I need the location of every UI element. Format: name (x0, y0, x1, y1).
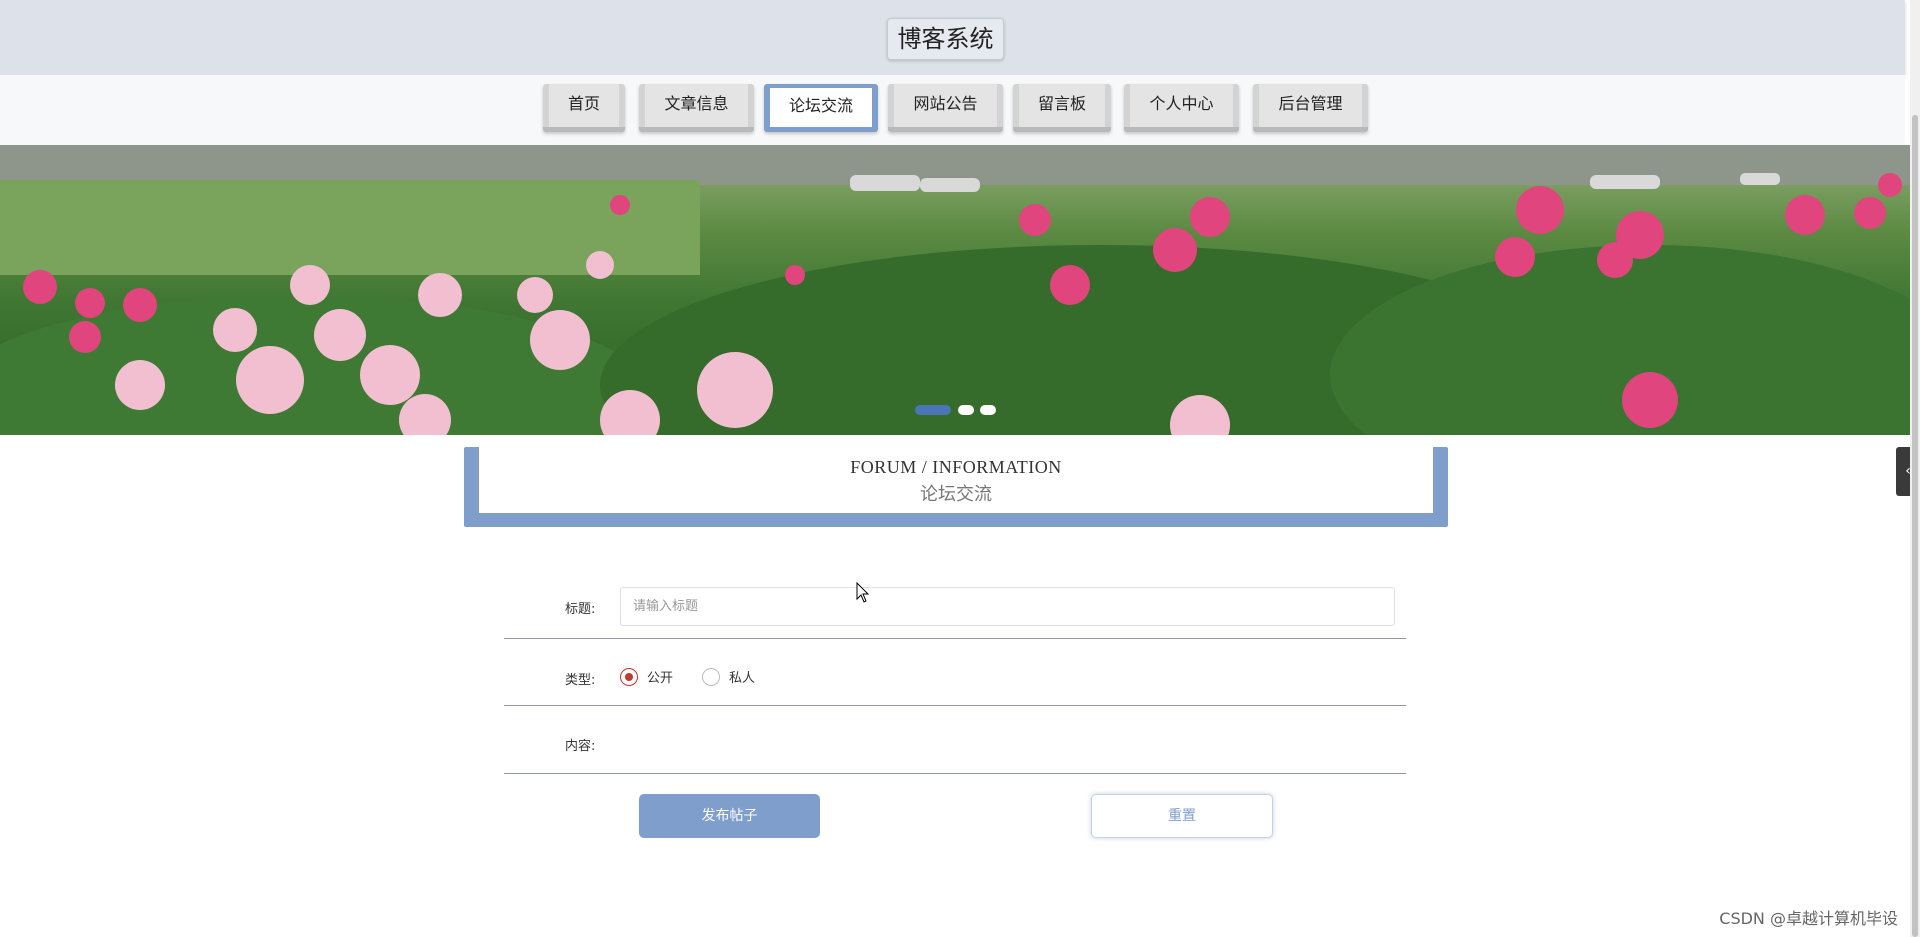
section-title-en: FORUM / INFORMATION (850, 457, 1062, 477)
nav-item-admin[interactable]: 后台管理 (1253, 84, 1368, 132)
nav-item-forum[interactable]: 论坛交流 (764, 84, 878, 132)
radio-private-label: 私人 (729, 671, 756, 686)
nav-item-label: 个人中心 (1130, 84, 1233, 127)
nav-item-label: 留言板 (1019, 84, 1105, 127)
type-row: 类型: 公开 私人 (504, 638, 1406, 706)
reset-button[interactable]: 重置 (1091, 794, 1273, 838)
nav-item-announcements[interactable]: 网站公告 (888, 84, 1003, 132)
type-label: 类型: (565, 673, 596, 688)
nav-item-label: 文章信息 (645, 84, 748, 127)
nav-item-label: 论坛交流 (770, 88, 872, 127)
nav-item-profile[interactable]: 个人中心 (1124, 84, 1239, 132)
content-label: 内容: (565, 739, 596, 754)
radio-public-label: 公开 (647, 671, 674, 686)
site-header: 博客系统 (0, 0, 1905, 75)
section-heading: FORUM / INFORMATION 论坛交流 (464, 447, 1448, 527)
title-input[interactable]: 请输入标题 (620, 587, 1395, 626)
watermark: CSDN @卓越计算机毕设 (1719, 909, 1898, 928)
nav-item-guestbook[interactable]: 留言板 (1013, 84, 1111, 132)
page-scrollbar[interactable] (1910, 0, 1920, 937)
title-label: 标题: (565, 602, 596, 617)
publish-post-button[interactable]: 发布帖子 (639, 794, 820, 838)
nav-item-label: 网站公告 (894, 84, 997, 127)
nav-item-label: 首页 (549, 84, 619, 127)
radio-circle (620, 667, 638, 686)
site-title[interactable]: 博客系统 (887, 18, 1004, 60)
title-row: 标题: 请输入标题 (504, 577, 1406, 639)
section-heading-panel: FORUM / INFORMATION 论坛交流 (479, 447, 1433, 513)
nav-item-label: 后台管理 (1259, 84, 1362, 127)
radio-circle (702, 667, 720, 686)
mouse-cursor-icon (856, 582, 870, 603)
section-title-cn: 论坛交流 (920, 484, 992, 505)
radio-public[interactable]: 公开 (620, 667, 673, 686)
carousel-indicator-3[interactable] (980, 405, 996, 415)
banner-carousel[interactable] (0, 145, 1910, 435)
radio-private[interactable]: 私人 (702, 667, 755, 686)
carousel-indicator-1[interactable] (915, 405, 951, 415)
nav-item-articles[interactable]: 文章信息 (639, 84, 754, 132)
scrollbar-thumb[interactable] (1912, 115, 1918, 937)
content-row: 内容: (504, 705, 1406, 774)
main-nav: 首页 文章信息 论坛交流 网站公告 留言板 个人中心 后台管理 (0, 75, 1905, 145)
nav-item-home[interactable]: 首页 (543, 84, 625, 132)
banner-image (0, 145, 1910, 435)
carousel-indicator-2[interactable] (958, 405, 974, 415)
